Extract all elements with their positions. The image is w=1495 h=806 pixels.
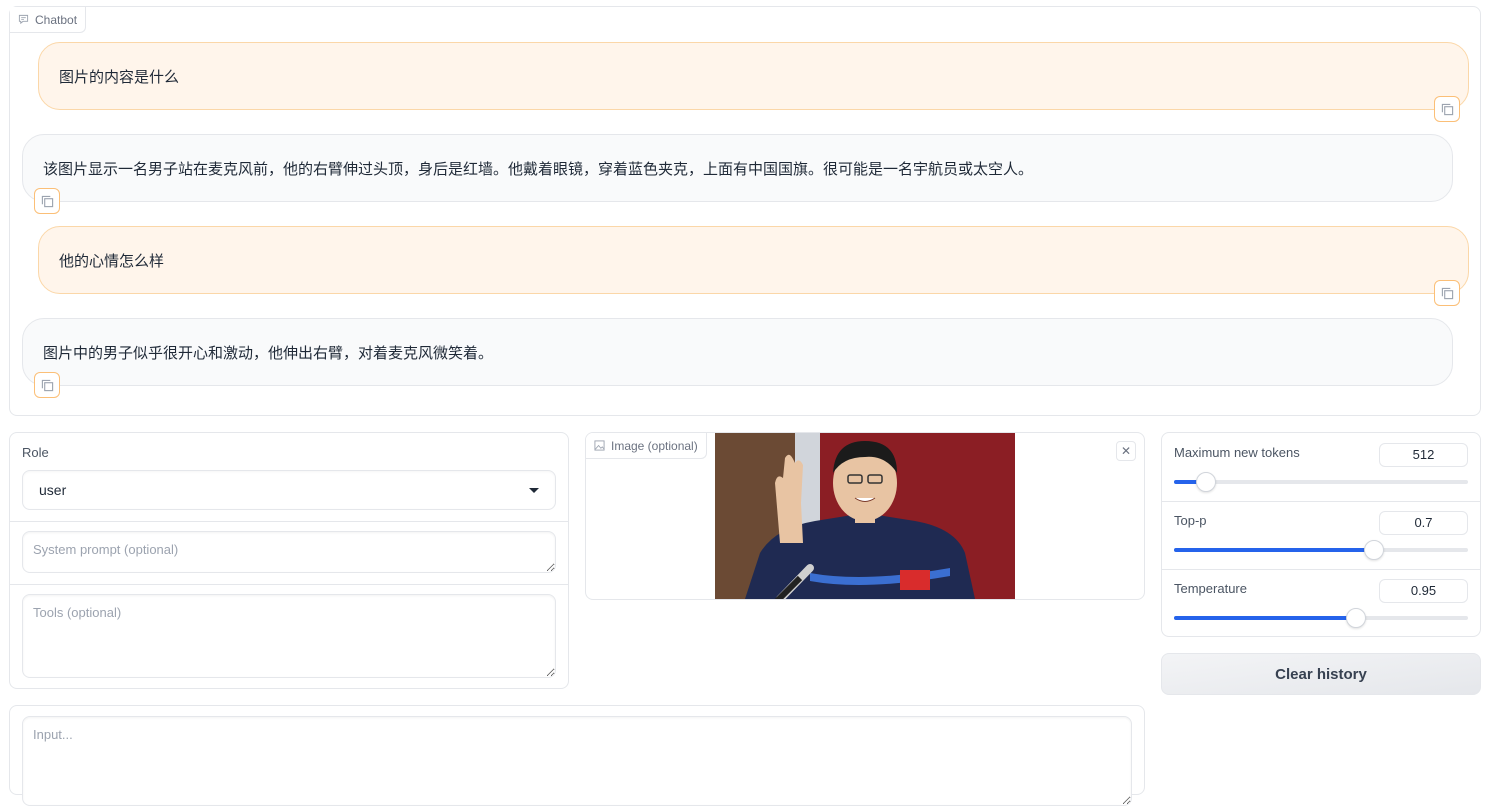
divider [10, 521, 568, 522]
copy-button[interactable] [34, 188, 60, 214]
temperature-input[interactable]: 0.95 [1379, 579, 1468, 603]
copy-icon [1441, 287, 1453, 299]
max-tokens-slider[interactable] [1174, 472, 1468, 492]
message-text: 图片的内容是什么 [59, 68, 180, 86]
top-p-slider[interactable] [1174, 540, 1468, 560]
top-p-input[interactable]: 0.7 [1379, 511, 1468, 535]
remove-image-button[interactable]: ✕ [1116, 441, 1136, 461]
clear-history-button[interactable]: Clear history [1161, 653, 1481, 695]
copy-button[interactable] [1434, 96, 1460, 122]
tools-input[interactable] [22, 594, 556, 678]
chevron-down-icon [529, 487, 539, 493]
system-prompt-input[interactable] [22, 531, 556, 573]
image-label: Image (optional) [586, 433, 707, 459]
copy-button[interactable] [1434, 280, 1460, 306]
user-message: 他的心情怎么样 [38, 226, 1469, 294]
image-icon [594, 440, 605, 451]
message-input[interactable] [22, 716, 1132, 806]
generation-params-panel: Maximum new tokens 512 Top-p 0.7 Tempera… [1161, 432, 1481, 637]
close-icon: ✕ [1120, 444, 1132, 458]
slider-thumb[interactable] [1363, 540, 1384, 560]
copy-icon [1441, 103, 1453, 115]
role-value: user [39, 482, 67, 498]
copy-icon [41, 379, 53, 391]
copy-icon [41, 195, 53, 207]
message-text: 该图片显示一名男子站在麦克风前，他的右臂伸过头顶，身后是红墙。他戴着眼镜，穿着蓝… [43, 160, 1034, 178]
settings-panel: Role user [9, 432, 569, 689]
max-tokens-label: Maximum new tokens [1174, 445, 1300, 460]
message-text: 他的心情怎么样 [59, 252, 165, 270]
max-tokens-input[interactable]: 512 [1379, 443, 1468, 467]
astronaut-photo [715, 433, 1015, 599]
role-dropdown[interactable]: user [22, 470, 556, 510]
top-p-label: Top-p [1174, 513, 1207, 528]
top-p-slider-row: Top-p 0.7 [1162, 501, 1480, 569]
chat-icon [18, 14, 29, 25]
temperature-slider[interactable] [1174, 608, 1468, 628]
chatbot-label: Chatbot [10, 7, 87, 33]
temperature-label: Temperature [1174, 581, 1247, 596]
copy-button[interactable] [34, 372, 60, 398]
assistant-message: 该图片显示一名男子站在麦克风前，他的右臂伸过头顶，身后是红墙。他戴着眼镜，穿着蓝… [22, 134, 1453, 202]
assistant-message: 图片中的男子似乎很开心和激动，他伸出右臂，对着麦克风微笑着。 [22, 318, 1453, 386]
image-upload-panel[interactable]: Image (optional) ✕ [585, 432, 1145, 600]
slider-fill [1174, 616, 1357, 620]
slider-thumb[interactable] [1196, 472, 1217, 492]
uploaded-image [715, 433, 1015, 599]
slider-fill [1174, 548, 1374, 552]
message-text: 图片中的男子似乎很开心和激动，他伸出右臂，对着麦克风微笑着。 [43, 344, 494, 362]
slider-thumb[interactable] [1346, 608, 1367, 628]
role-label: Role [22, 445, 49, 460]
max-tokens-slider-row: Maximum new tokens 512 [1162, 433, 1480, 501]
divider [10, 584, 568, 585]
image-label-text: Image (optional) [611, 438, 698, 453]
user-message: 图片的内容是什么 [38, 42, 1469, 110]
chatbot-label-text: Chatbot [35, 12, 78, 27]
temperature-slider-row: Temperature 0.95 [1162, 569, 1480, 637]
chatbot-panel: Chatbot 图片的内容是什么 该图片显示一名男子站在麦克风前，他的右臂伸过头… [9, 6, 1481, 416]
input-panel [9, 705, 1145, 806]
